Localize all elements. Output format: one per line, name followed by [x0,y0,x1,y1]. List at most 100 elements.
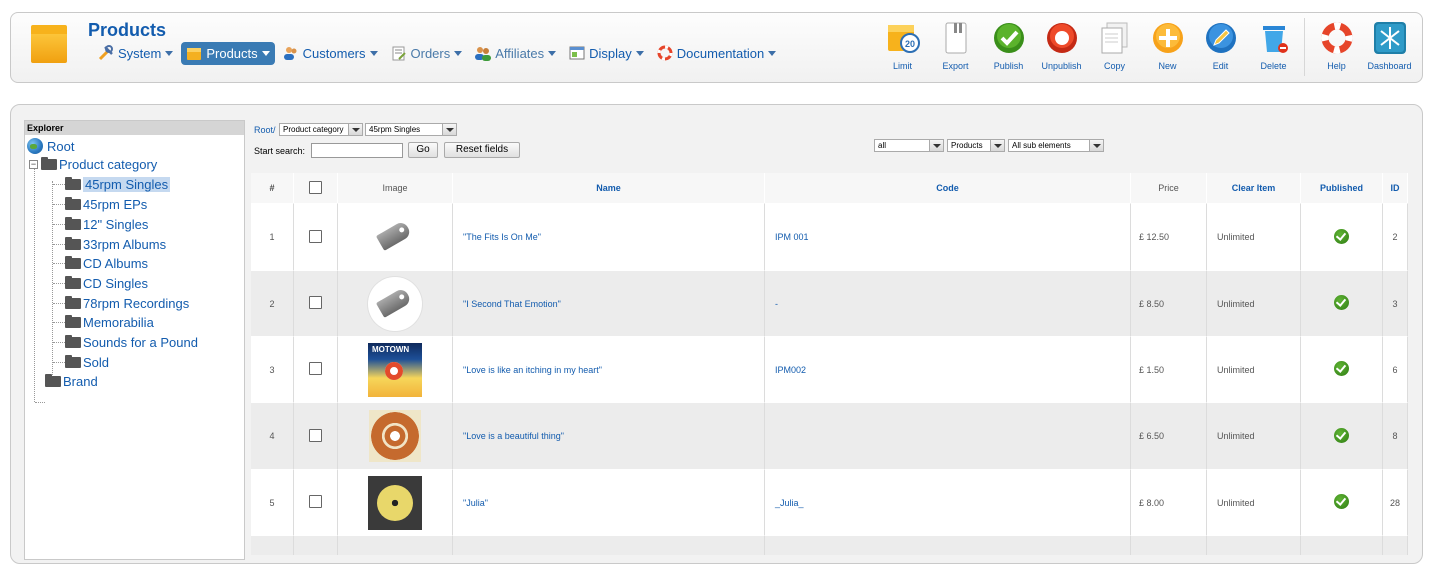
toolbar: 20 Limit Export Publish Unpublish Copy N… [876,18,1416,80]
folder-icon [65,334,81,348]
published-check-icon[interactable] [1334,295,1349,310]
help-button[interactable]: Help [1310,18,1363,71]
published-check-icon[interactable] [1334,361,1349,376]
row-cell [1207,535,1301,555]
box-icon [186,45,202,61]
tools-icon [98,45,114,61]
published-check-icon[interactable] [1334,494,1349,509]
tree-brand[interactable]: Brand [45,372,98,390]
go-button[interactable]: Go [408,142,438,158]
tree-item-cd-albums[interactable]: CD Albums [65,254,148,272]
category-value-select[interactable]: 45rpm Singles [365,123,457,136]
menu-products[interactable]: Products [181,41,275,65]
row-checkbox[interactable] [309,428,322,442]
affiliates-icon [475,45,492,61]
folder-icon [65,255,81,269]
tree-item-sold[interactable]: Sold [65,353,109,371]
menu-display[interactable]: Display [564,42,649,65]
row-image-cell [338,336,453,402]
record-label-thumbnail[interactable] [369,410,421,462]
scope-select[interactable]: all [874,139,944,152]
tree-line [35,402,45,403]
edit-button[interactable]: Edit [1194,18,1247,71]
row-code-link[interactable]: - [765,270,1131,336]
row-code-link[interactable]: IPM 001 [765,203,1131,270]
unpublish-button[interactable]: Unpublish [1035,18,1088,71]
tree-item-cd-singles[interactable]: CD Singles [65,274,148,292]
reset-fields-button[interactable]: Reset fields [444,142,520,158]
col-header-code[interactable]: Code [765,173,1131,203]
tree-item-label: 45rpm Singles [83,176,171,192]
search-input[interactable] [311,143,403,158]
menu-affiliates[interactable]: Affiliates [470,42,561,65]
export-button[interactable]: Export [929,18,982,71]
row-code-link[interactable] [765,402,1131,469]
element-type-select[interactable]: Products [947,139,1005,152]
price-tag-thumbnail[interactable] [368,210,422,264]
delete-button[interactable]: Delete [1247,18,1300,71]
collapse-icon[interactable]: − [29,159,38,169]
copy-button[interactable]: Copy [1088,18,1141,71]
row-checkbox[interactable] [309,296,322,309]
price-tag-thumbnail[interactable] [368,276,422,331]
chevron-down-icon [369,50,378,56]
chevron-down-icon [454,50,463,56]
limit-button[interactable]: 20 Limit [876,18,929,71]
tree-root[interactable]: Root [27,137,74,155]
menu-orders[interactable]: Orders [386,42,468,65]
tree-item-45rpm-eps[interactable]: 45rpm EPs [65,195,147,213]
row-name-link[interactable]: "I Second That Emotion" [453,270,765,336]
tree-item-78rpm-recordings[interactable]: 78rpm Recordings [65,294,189,312]
tree-line [53,224,65,225]
row-checkbox[interactable] [309,362,322,375]
row-name-link[interactable]: "Love is a beautiful thing" [453,402,765,469]
row-cell [1131,535,1207,555]
globe-icon [27,138,43,154]
tree-item-33rpm-albums[interactable]: 33rpm Albums [65,235,166,253]
row-id: 6 [1383,336,1408,402]
export-label: Export [942,61,969,71]
col-header-published[interactable]: Published [1301,173,1383,203]
trash-icon [1257,21,1291,55]
published-check-icon[interactable] [1334,228,1349,244]
tree-item-sounds-for-a-pound[interactable]: Sounds for a Pound [65,333,198,351]
chevron-down-icon [768,50,777,56]
row-select-cell [294,469,338,535]
tree-item-12-singles[interactable]: 12" Singles [65,215,148,233]
row-checkbox[interactable] [309,229,322,243]
row-price: £ 8.50 [1131,270,1207,336]
dashboard-button[interactable]: Dashboard [1363,18,1416,71]
menu-label: Products [206,45,258,61]
new-button[interactable]: New [1141,18,1194,71]
menu-customers[interactable]: Customers [278,42,383,65]
col-header-clear-item[interactable]: Clear Item [1207,173,1301,203]
category-type-select[interactable]: Product category [279,123,363,136]
row-id: 28 [1383,469,1408,535]
row-name-link[interactable]: "Julia" [453,469,765,535]
plus-icon [1151,21,1185,55]
record-label-thumbnail[interactable] [368,475,422,530]
col-header-name[interactable]: Name [453,173,765,203]
tree-line [53,322,65,323]
col-header-id[interactable]: ID [1383,173,1408,203]
row-name-link[interactable]: "The Fits Is On Me" [453,203,765,270]
col-header-num: # [251,173,294,203]
main-panel: Explorer Root − Product category 45rpm S… [10,104,1423,564]
menu-documentation[interactable]: Documentation [652,42,781,65]
tree-product-category[interactable]: − Product category [29,155,157,173]
copy-icon [1098,21,1132,55]
row-checkbox[interactable] [309,495,322,508]
tree-item-45rpm-singles[interactable]: 45rpm Singles [65,175,171,193]
row-code-link[interactable]: IPM002 [765,336,1131,402]
row-code-link[interactable]: _Julia_ [765,469,1131,535]
row-name-link[interactable]: "Love is like an itching in my heart" [453,336,765,402]
select-all-checkbox[interactable] [309,180,322,194]
published-check-icon[interactable] [1334,427,1349,443]
record-sleeve-thumbnail[interactable] [368,342,422,397]
menu-system[interactable]: System [93,42,178,65]
breadcrumb-root[interactable]: Root/ [254,125,276,135]
depth-select[interactable]: All sub elements [1008,139,1104,152]
folder-icon [65,275,81,289]
tree-item-memorabilia[interactable]: Memorabilia [65,313,154,331]
publish-button[interactable]: Publish [982,18,1035,71]
